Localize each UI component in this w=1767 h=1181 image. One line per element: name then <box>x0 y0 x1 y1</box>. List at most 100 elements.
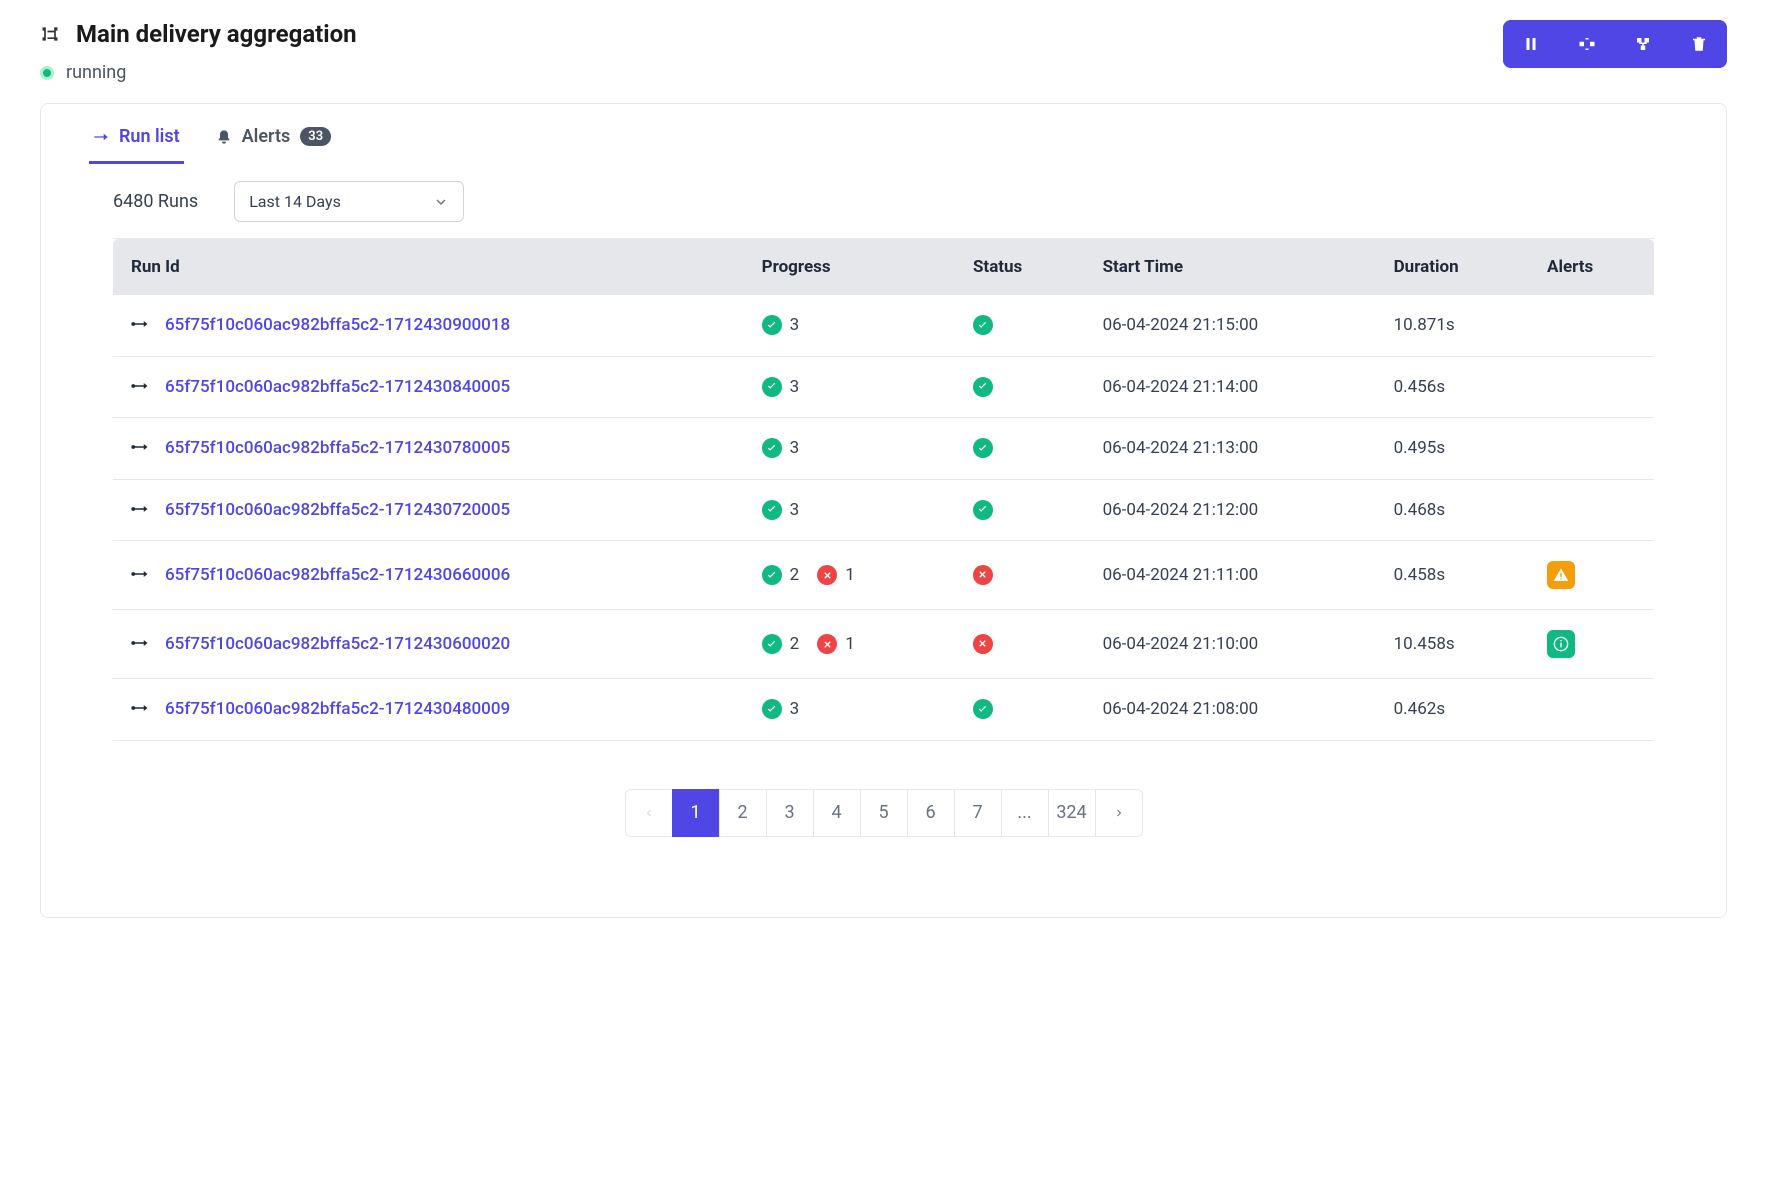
check-icon <box>762 699 782 719</box>
start-time: 06-04-2024 21:13:00 <box>1085 418 1376 480</box>
run-id-link[interactable]: 65f75f10c060ac982bffa5c2-1712430720005 <box>165 500 510 520</box>
progress-ok-count: 3 <box>790 500 800 520</box>
progress-fail-count: 1 <box>845 565 855 585</box>
tabs: Run list Alerts 33 <box>41 104 1726 165</box>
col-status: Status <box>955 239 1085 295</box>
action-button-group <box>1503 20 1727 68</box>
table-row: 65f75f10c060ac982bffa5c2-1712430600020 2 1… <box>113 610 1654 679</box>
run-arrow-icon <box>131 315 149 335</box>
graph-button[interactable] <box>1615 20 1671 68</box>
status-ok-icon <box>973 377 993 397</box>
tab-alerts[interactable]: Alerts 33 <box>212 126 335 164</box>
pagination-page-4[interactable]: 4 <box>813 789 861 837</box>
pagination-page-324[interactable]: 324 <box>1048 789 1096 837</box>
runs-count: 6480 Runs <box>113 191 198 212</box>
pipeline-icon <box>40 24 60 44</box>
progress-ok-count: 3 <box>790 699 800 719</box>
run-id-link[interactable]: 65f75f10c060ac982bffa5c2-1712430900018 <box>165 315 510 335</box>
check-icon <box>762 377 782 397</box>
duration: 0.456s <box>1376 356 1529 418</box>
rename-button[interactable] <box>1559 20 1615 68</box>
table-row: 65f75f10c060ac982bffa5c2-1712430780005 3 0… <box>113 418 1654 480</box>
duration: 0.458s <box>1376 541 1529 610</box>
run-arrow-icon <box>131 699 149 719</box>
run-arrow-icon <box>131 377 149 397</box>
tab-run-list-label: Run list <box>119 126 180 147</box>
pagination-ellipsis: ... <box>1001 789 1049 837</box>
runs-table: Run Id Progress Status Start Time Durati… <box>113 239 1654 741</box>
duration: 0.468s <box>1376 479 1529 541</box>
progress-ok-count: 2 <box>790 565 800 585</box>
table-row: 65f75f10c060ac982bffa5c2-1712430900018 3 0… <box>113 295 1654 356</box>
rename-icon <box>1578 35 1596 53</box>
run-arrow-icon <box>131 500 149 520</box>
status-fail-icon <box>973 634 993 654</box>
start-time: 06-04-2024 21:08:00 <box>1085 679 1376 741</box>
table-row: 65f75f10c060ac982bffa5c2-1712430840005 3 0… <box>113 356 1654 418</box>
col-start-time: Start Time <box>1085 239 1376 295</box>
graph-icon <box>1634 35 1652 53</box>
pagination-page-1[interactable]: 1 <box>672 789 720 837</box>
duration: 0.495s <box>1376 418 1529 480</box>
run-id-link[interactable]: 65f75f10c060ac982bffa5c2-1712430660006 <box>165 565 510 585</box>
run-list-icon <box>93 129 109 145</box>
check-icon <box>762 500 782 520</box>
run-id-link[interactable]: 65f75f10c060ac982bffa5c2-1712430780005 <box>165 438 510 458</box>
run-arrow-icon <box>131 438 149 458</box>
col-progress: Progress <box>744 239 955 295</box>
status-ok-icon <box>973 438 993 458</box>
alerts-count-badge: 33 <box>300 127 331 146</box>
x-icon <box>817 634 837 654</box>
duration: 10.871s <box>1376 295 1529 356</box>
table-row: 65f75f10c060ac982bffa5c2-1712430480009 3 0… <box>113 679 1654 741</box>
start-time: 06-04-2024 21:10:00 <box>1085 610 1376 679</box>
tab-run-list[interactable]: Run list <box>89 126 184 164</box>
delete-button[interactable] <box>1671 20 1727 68</box>
pagination-next[interactable] <box>1095 789 1143 837</box>
pagination-page-2[interactable]: 2 <box>719 789 767 837</box>
start-time: 06-04-2024 21:11:00 <box>1085 541 1376 610</box>
progress-ok-count: 3 <box>790 377 800 397</box>
alert-info-badge[interactable] <box>1547 630 1575 658</box>
date-range-select[interactable]: Last 14 Days <box>234 181 464 222</box>
run-arrow-icon <box>131 565 149 585</box>
chevron-down-icon <box>433 194 449 210</box>
pagination-page-6[interactable]: 6 <box>907 789 955 837</box>
run-id-link[interactable]: 65f75f10c060ac982bffa5c2-1712430600020 <box>165 634 510 654</box>
status-ok-icon <box>973 699 993 719</box>
run-id-link[interactable]: 65f75f10c060ac982bffa5c2-1712430840005 <box>165 377 510 397</box>
duration: 10.458s <box>1376 610 1529 679</box>
pagination-page-5[interactable]: 5 <box>860 789 908 837</box>
run-id-link[interactable]: 65f75f10c060ac982bffa5c2-1712430480009 <box>165 699 510 719</box>
trash-icon <box>1690 35 1708 53</box>
check-icon <box>762 438 782 458</box>
pagination-page-7[interactable]: 7 <box>954 789 1002 837</box>
page-title: Main delivery aggregation <box>76 20 357 48</box>
run-arrow-icon <box>131 634 149 654</box>
pause-icon <box>1522 35 1540 53</box>
alerts-icon <box>216 129 232 145</box>
status-fail-icon <box>973 565 993 585</box>
col-duration: Duration <box>1376 239 1529 295</box>
col-alerts: Alerts <box>1529 239 1654 295</box>
main-card: Run list Alerts 33 6480 Runs Last 14 Day… <box>40 103 1727 918</box>
check-icon <box>762 315 782 335</box>
pause-button[interactable] <box>1503 20 1559 68</box>
check-icon <box>762 634 782 654</box>
pagination-prev <box>625 789 673 837</box>
pagination: 1234567...324 <box>41 741 1726 917</box>
table-row: 65f75f10c060ac982bffa5c2-1712430720005 3 0… <box>113 479 1654 541</box>
progress-fail-count: 1 <box>845 634 855 654</box>
date-range-label: Last 14 Days <box>249 192 341 211</box>
start-time: 06-04-2024 21:15:00 <box>1085 295 1376 356</box>
status-text: running <box>66 62 126 83</box>
check-icon <box>762 565 782 585</box>
progress-ok-count: 2 <box>790 634 800 654</box>
duration: 0.462s <box>1376 679 1529 741</box>
progress-ok-count: 3 <box>790 315 800 335</box>
alert-warning-badge[interactable] <box>1547 561 1575 589</box>
start-time: 06-04-2024 21:12:00 <box>1085 479 1376 541</box>
status-dot-icon <box>40 66 54 80</box>
progress-ok-count: 3 <box>790 438 800 458</box>
pagination-page-3[interactable]: 3 <box>766 789 814 837</box>
